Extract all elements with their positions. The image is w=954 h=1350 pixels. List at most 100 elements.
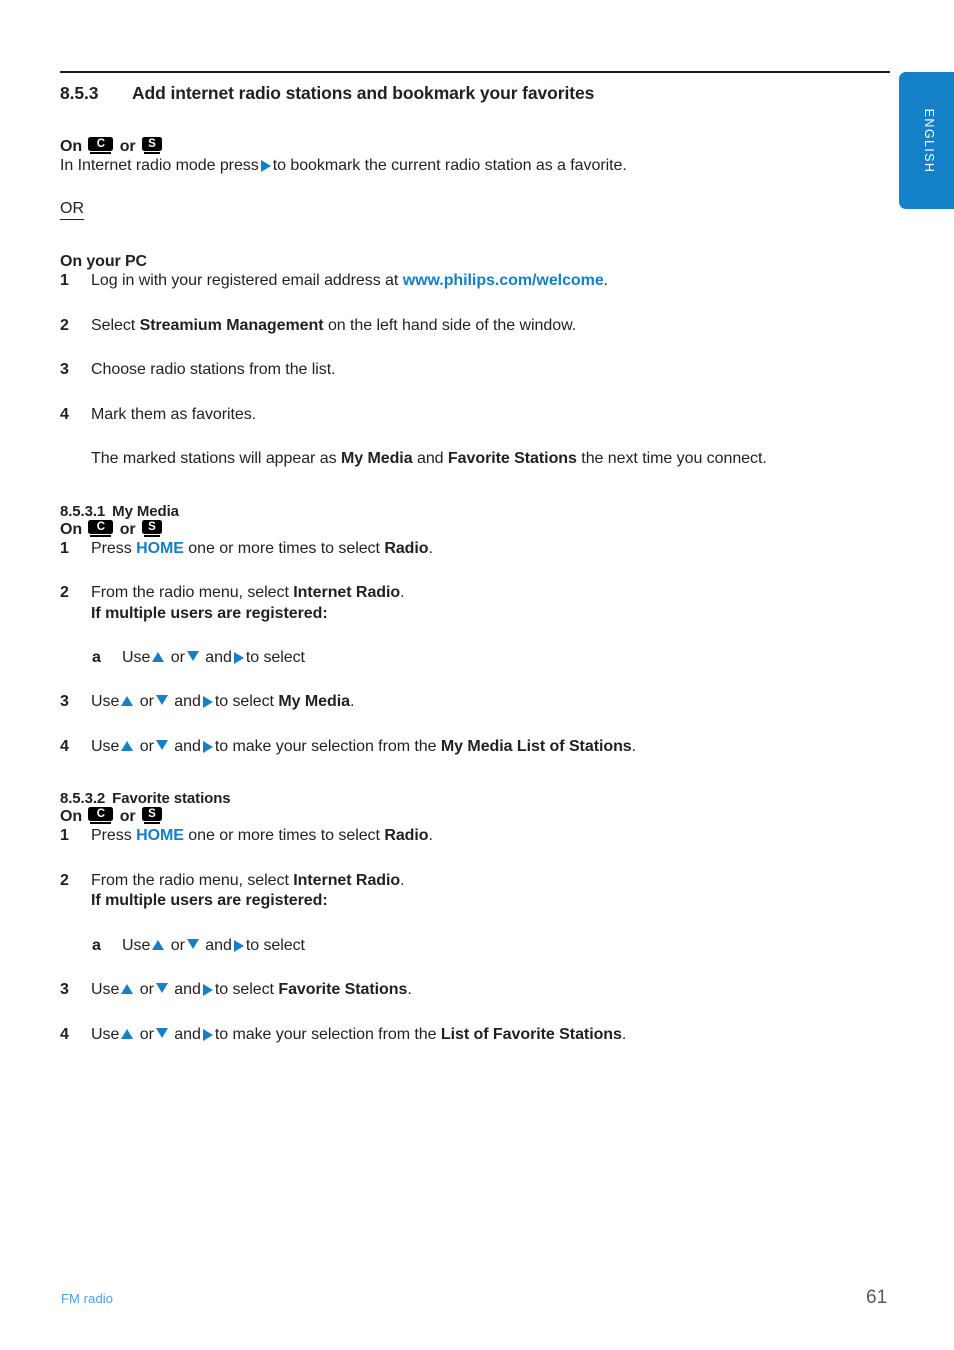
arrow-right-icon — [233, 652, 244, 665]
badge-s-icon: S — [141, 137, 162, 154]
footer-chapter-label: FM radio — [61, 1291, 114, 1306]
pc-step-1: 1 Log in with your registered email addr… — [60, 271, 890, 291]
favorites-step-2-after: . — [400, 871, 405, 889]
favorites-step-2-before: From the radio menu, select — [91, 871, 289, 889]
page-number: 61 — [866, 1287, 888, 1308]
favorites-step-3-after: . — [407, 981, 412, 999]
favorites-step-3-before: Use — [91, 981, 120, 999]
my-media-step-4-bold: My Media List of Stations — [440, 737, 632, 755]
pc-step-3: 3 Choose radio stations from the list. — [60, 360, 890, 380]
my-media-step-2: 2 From the radio menu, select Internet R… — [60, 583, 890, 624]
favorites-step-3-bold: Favorite Stations — [278, 981, 408, 999]
philips-welcome-link[interactable]: www.philips.com/welcome — [403, 272, 604, 289]
intro-text-after: to bookmark the current radio station as… — [272, 157, 627, 174]
badge-s-bar — [143, 822, 160, 825]
favorites-step-1-marker: 1 — [60, 827, 69, 845]
arrow-up-icon — [152, 939, 165, 950]
my-media-number: 8.5.3.1 — [60, 502, 106, 520]
arrow-up-icon — [121, 984, 134, 995]
badge-c-icon: C — [88, 137, 114, 154]
my-media-step-4-mid1: or — [139, 737, 154, 755]
badge-c-letter: C — [88, 137, 114, 151]
section-heading: 8.5.3 Add internet radio stations and bo… — [60, 80, 890, 104]
favorites-step-a: a Use or and to select — [60, 936, 890, 956]
favorites-step-4-body: Use or and to make your selection from th… — [91, 1025, 890, 1045]
pc-note-bold-2: Favorite Stations — [447, 450, 577, 468]
pc-step-3-body: Choose radio stations from the list. — [91, 361, 336, 379]
favorites-number: 8.5.3.2 — [60, 790, 106, 808]
my-media-step-3-body: Use or and to select My Media. — [91, 692, 890, 712]
arrow-down-icon — [155, 983, 168, 994]
arrow-down-icon — [155, 1027, 168, 1038]
favorites-step-a-marker: a — [92, 936, 101, 954]
my-media-step-2-line2: If multiple users are registered: — [91, 604, 328, 622]
my-media-step-1-before: Press — [91, 539, 132, 557]
favorites-step-a-after: to select — [245, 936, 305, 954]
on-label: On — [60, 138, 83, 155]
pc-step-1-body: Log in with your registered email addres… — [91, 271, 890, 291]
language-tab-english: ENGLISH — [899, 72, 954, 209]
my-media-step-4-before: Use — [91, 737, 120, 755]
favorites-step-3-mid1: or — [139, 981, 154, 999]
arrow-up-icon — [121, 740, 134, 751]
favorites-step-4-mid3: to make your selection from the — [214, 1025, 437, 1043]
pc-note-before: The marked stations will appear as — [91, 450, 337, 468]
pc-step-2-bold: Streamium Management — [139, 316, 324, 334]
pc-note: The marked stations will appear as My Me… — [60, 449, 890, 469]
my-media-step-4-after: . — [631, 737, 637, 755]
section-title: Add internet radio stations and bookmark… — [132, 83, 595, 103]
home-key-label: HOME — [136, 539, 184, 557]
favorites-step-1-before: Press — [91, 827, 132, 845]
favorites-step-4-before: Use — [91, 1025, 120, 1043]
my-media-step-a-mid1: or — [170, 649, 185, 667]
badge-s-letter: S — [141, 137, 162, 151]
home-key-label: HOME — [136, 827, 184, 845]
arrow-right-icon — [202, 696, 213, 709]
pc-step-1-after: . — [603, 272, 609, 290]
pc-heading: On your PC — [60, 253, 148, 271]
header-rule — [60, 71, 890, 73]
badge-s-icon: S — [141, 807, 162, 825]
language-tab-label: ENGLISH — [922, 108, 936, 173]
on-device-line-1: On C or S — [60, 137, 890, 156]
arrow-right-icon — [202, 984, 213, 997]
favorites-step-2-bold: Internet Radio — [293, 871, 401, 889]
favorites-title: Favorite stations — [112, 790, 231, 808]
my-media-step-1-middle: one or more times to select — [188, 539, 380, 557]
arrow-right-icon — [202, 740, 213, 753]
on-device-line-3: On C or S — [60, 807, 890, 826]
badge-c-icon: C — [88, 807, 114, 825]
on-label-2: On — [60, 520, 83, 538]
favorites-step-1-middle: one or more times to select — [188, 827, 380, 845]
badge-s-bar — [143, 152, 160, 154]
or-divider-wrap: OR — [60, 200, 890, 221]
pc-step-1-before: Log in with your registered email addres… — [91, 272, 399, 290]
pc-step-3-marker: 3 — [60, 361, 69, 379]
pc-step-2: 2 Select Streamium Management on the lef… — [60, 316, 890, 336]
or-label-1: or — [119, 138, 136, 155]
pc-step-4-body: Mark them as favorites. — [91, 405, 257, 423]
favorites-step-1-body: Press HOME one or more times to select R… — [91, 826, 890, 846]
favorites-step-4-after: . — [621, 1025, 627, 1043]
pc-step-2-body: Select Streamium Management on the left … — [91, 316, 890, 336]
pc-step-4-marker: 4 — [60, 405, 69, 423]
favorites-heading: 8.5.3.2 Favorite stations — [60, 790, 890, 807]
arrow-down-icon — [186, 938, 199, 949]
or-label-3: or — [119, 808, 136, 826]
my-media-step-4: 4 Use or and to make your selection from … — [60, 737, 890, 757]
favorites-step-3-mid2: and — [174, 981, 201, 999]
arrow-right-icon — [202, 1028, 213, 1041]
my-media-step-3-marker: 3 — [60, 693, 69, 711]
my-media-step-3-bold: My Media — [278, 693, 350, 711]
intro-paragraph: In Internet radio mode press to bookmark … — [60, 156, 890, 176]
my-media-step-a-after: to select — [245, 649, 305, 667]
favorites-step-4-mid2: and — [174, 1025, 201, 1043]
my-media-step-2-marker: 2 — [60, 584, 69, 602]
my-media-step-a-body: Use or and to select — [122, 648, 890, 668]
favorites-step-2-line2: If multiple users are registered: — [91, 892, 328, 910]
arrow-up-icon — [121, 696, 134, 707]
my-media-step-1-body: Press HOME one or more times to select R… — [91, 539, 890, 559]
favorites-step-3: 3 Use or and to select Favorite Stations. — [60, 980, 890, 1000]
favorites-step-1-after: . — [428, 827, 433, 845]
badge-c-bar — [90, 534, 112, 537]
